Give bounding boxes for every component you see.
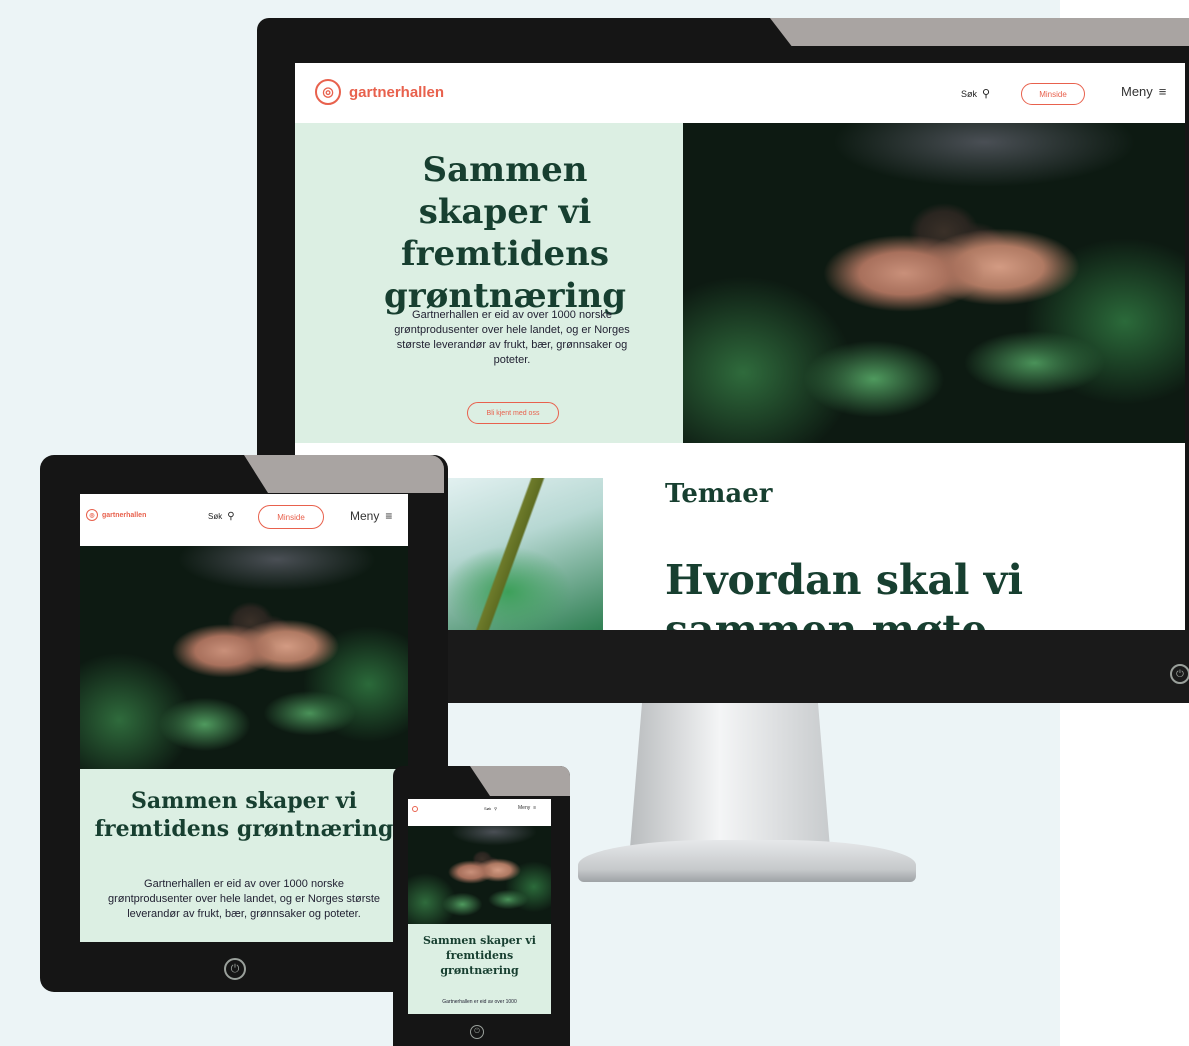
tablet-glare (244, 455, 444, 493)
site-header: ◎ gartnerhallen Søk ⚲ Minside Meny ≡ (295, 63, 1185, 123)
hero-cta-label: Bli kjent med oss (486, 409, 540, 417)
tablet-search-label: Søk (208, 512, 223, 521)
menu-label: Meny (1121, 84, 1153, 99)
logo[interactable]: ◎ gartnerhallen (315, 79, 444, 105)
phone-search-label: Søk (484, 806, 492, 811)
hero-body: Gartnerhallen er eid av over 1000 norske… (394, 309, 630, 366)
phone-hero-photo (408, 826, 551, 924)
themes-photo-greenhouse (445, 478, 603, 630)
tablet-hero-title: Sammen skaper vi fremtidens grøntnæring (94, 788, 394, 842)
monitor-stand-neck (630, 703, 830, 848)
tablet-search-link[interactable]: Søk ⚲ (208, 511, 235, 522)
themes-headline-line1: Hvordan skal vi (665, 556, 1024, 604)
tablet-hamburger-icon: ≡ (385, 509, 393, 523)
tablet-minside-label: Minside (277, 512, 305, 522)
hero-title: Sammen skaper vi fremtidens grøntnæring (384, 150, 626, 316)
search-icon: ⚲ (982, 88, 991, 100)
tablet-search-icon: ⚲ (227, 511, 235, 522)
hamburger-icon: ≡ (1158, 84, 1167, 99)
phone-menu-label: Meny (518, 805, 531, 811)
logo-text: gartnerhallen (349, 83, 445, 101)
tablet-hero-photo (80, 546, 408, 769)
monitor-power-icon[interactable]: ⏻ (1170, 664, 1189, 684)
tablet-logo-mark-icon: ◎ (86, 509, 98, 521)
phone-home-icon[interactable]: ⏻ (470, 1025, 484, 1039)
themes-headline: Hvordan skal vi sammen møte (665, 555, 1023, 630)
search-link[interactable]: Søk ⚲ (961, 87, 990, 100)
search-label: Søk (961, 88, 978, 99)
phone-hero-title: Sammen skaper vi fremtidens grøntnæring (422, 934, 536, 977)
themes-headline-line2: sammen møte (665, 606, 988, 630)
tablet-minside-button[interactable]: Minside (258, 505, 324, 529)
monitor-glare (770, 18, 1189, 46)
tablet-menu-label: Meny (350, 509, 380, 523)
phone-search-link[interactable]: Søk ⚲ (484, 806, 497, 811)
tablet-logo[interactable]: ◎ gartnerhallen (86, 509, 146, 521)
minside-button[interactable]: Minside (1021, 83, 1085, 105)
tablet-menu-button[interactable]: Meny ≡ (350, 509, 392, 523)
phone-hero-body-snippet: Gartnerhallen er eid av over 1000 (442, 999, 517, 1005)
phone-logo-mark-icon (412, 806, 418, 812)
phone-hamburger-icon: ≡ (533, 805, 537, 811)
tablet-logo-text: gartnerhallen (102, 511, 147, 519)
hero-photo-hands-seedlings (683, 123, 1185, 443)
phone-logo[interactable] (412, 806, 418, 812)
minside-label: Minside (1039, 89, 1067, 99)
logo-mark-icon: ◎ (315, 79, 341, 105)
phone-screen: Søk ⚲ Meny ≡ Sammen skaper vi fremtidens… (408, 799, 551, 1014)
themes-label: Temaer (665, 479, 773, 509)
tablet-screen: ◎ gartnerhallen Søk ⚲ Minside Meny ≡ Sam… (80, 494, 408, 942)
phone-search-icon: ⚲ (494, 806, 498, 811)
monitor-stand-base (578, 840, 916, 882)
tablet-hero-body: Gartnerhallen er eid av over 1000 norske… (107, 878, 381, 920)
hero-cta-button[interactable]: Bli kjent med oss (467, 402, 559, 424)
menu-button[interactable]: Meny ≡ (1121, 84, 1166, 99)
tablet-power-icon[interactable]: ⏻ (224, 958, 246, 980)
phone-menu-button[interactable]: Meny ≡ (518, 805, 536, 811)
